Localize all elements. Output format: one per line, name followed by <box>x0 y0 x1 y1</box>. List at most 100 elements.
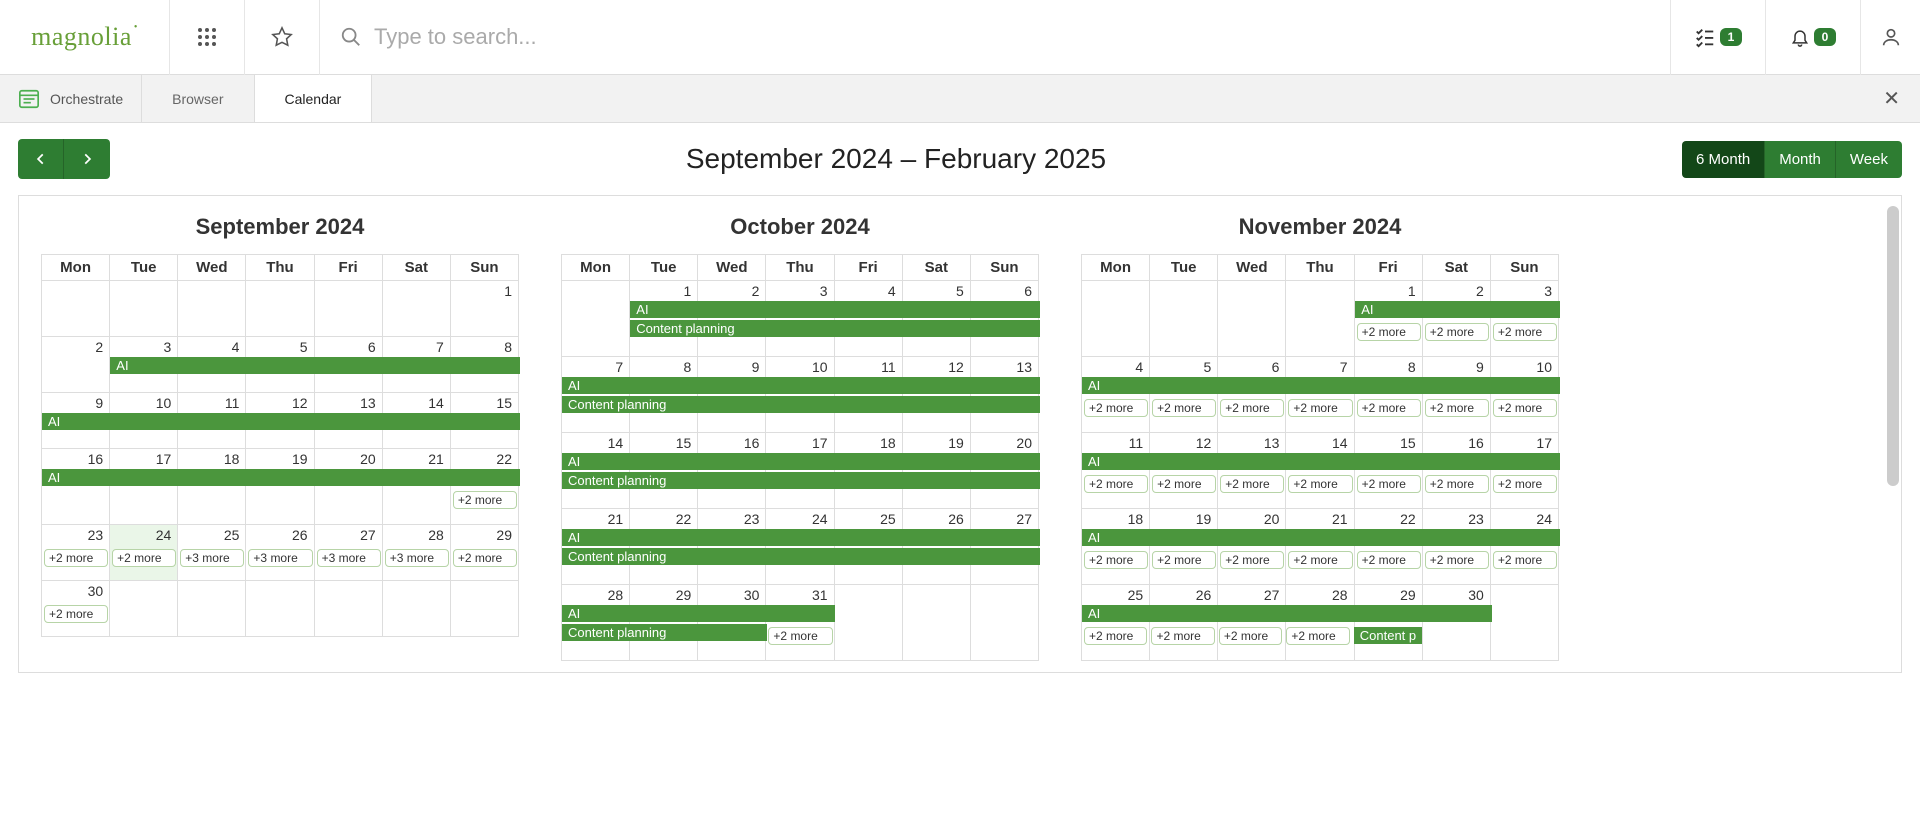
day-cell[interactable]: 1 <box>451 281 519 336</box>
show-more-events[interactable]: +2 more <box>1288 475 1352 493</box>
view-button-week[interactable]: Week <box>1836 141 1902 178</box>
show-more-events[interactable]: +2 more <box>1425 551 1489 569</box>
view-button-6-month[interactable]: 6 Month <box>1682 141 1765 178</box>
day-cell[interactable] <box>315 281 383 336</box>
close-icon: ✕ <box>1883 88 1900 110</box>
show-more-events[interactable]: +2 more <box>1152 475 1216 493</box>
show-more-events[interactable]: +2 more <box>1493 399 1557 417</box>
day-number: 2 <box>95 339 103 355</box>
tab-calendar[interactable]: Calendar <box>255 75 373 122</box>
view-button-month[interactable]: Month <box>1765 141 1836 178</box>
search-input[interactable] <box>374 24 1650 50</box>
calendar-event[interactable]: AI <box>110 357 520 374</box>
show-more-events[interactable]: +2 more <box>1425 475 1489 493</box>
calendar-event[interactable]: Content p <box>1354 627 1422 644</box>
calendar-event[interactable]: Content planning <box>562 548 1040 565</box>
day-number: 18 <box>880 435 896 451</box>
day-number: 20 <box>1264 511 1280 527</box>
calendar-event[interactable]: AI <box>42 413 520 430</box>
show-more-events[interactable]: +2 more <box>1084 551 1148 569</box>
favorites-button[interactable] <box>245 0 320 75</box>
app-launcher-button[interactable] <box>170 0 245 75</box>
app-tab-orchestrate[interactable]: Orchestrate <box>0 75 142 122</box>
prev-button[interactable] <box>18 139 64 179</box>
profile-button[interactable] <box>1860 0 1920 75</box>
user-icon <box>1880 26 1902 48</box>
show-more-events[interactable]: +2 more <box>1493 323 1557 341</box>
show-more-events[interactable]: +2 more <box>1288 399 1352 417</box>
tasks-button[interactable]: 1 <box>1670 0 1765 75</box>
calendar-event[interactable]: AI <box>1355 301 1560 318</box>
show-more-events[interactable]: +2 more <box>1084 627 1147 645</box>
show-more-events[interactable]: +2 more <box>1357 399 1421 417</box>
show-more-events[interactable]: +2 more <box>1286 627 1349 645</box>
show-more-events[interactable]: +2 more <box>1151 627 1214 645</box>
show-more-events[interactable]: +2 more <box>1152 551 1216 569</box>
day-number: 2 <box>752 283 760 299</box>
day-number: 23 <box>1468 511 1484 527</box>
show-more-events[interactable]: +2 more <box>1084 399 1148 417</box>
show-more-events[interactable]: +2 more <box>112 549 176 567</box>
calendar-event[interactable]: Content planning <box>562 396 1040 413</box>
show-more-events[interactable]: +2 more <box>1288 551 1352 569</box>
calendar-event[interactable]: AI <box>630 301 1040 318</box>
calendar-event[interactable]: AI <box>1082 605 1492 622</box>
show-more-events[interactable]: +2 more <box>1220 551 1284 569</box>
day-number: 7 <box>615 359 623 375</box>
vertical-scrollbar[interactable] <box>1887 206 1899 486</box>
show-more-events[interactable]: +3 more <box>317 549 381 567</box>
show-more-events[interactable]: +2 more <box>1357 323 1421 341</box>
calendar-event[interactable]: AI <box>1082 377 1560 394</box>
show-more-events[interactable]: +2 more <box>453 549 517 567</box>
show-more-events[interactable]: +2 more <box>1357 475 1421 493</box>
weekday-header: Sat <box>1423 255 1491 281</box>
day-number: 23 <box>744 511 760 527</box>
show-more-events[interactable]: +2 more <box>1219 627 1282 645</box>
day-cell[interactable] <box>383 281 451 336</box>
show-more-events[interactable]: +2 more <box>44 605 108 623</box>
show-more-events[interactable]: +3 more <box>248 549 312 567</box>
calendar-event[interactable]: AI <box>42 469 520 486</box>
day-number: 11 <box>1129 435 1144 451</box>
show-more-events[interactable]: +2 more <box>1220 475 1284 493</box>
day-cell[interactable] <box>178 281 246 336</box>
notifications-button[interactable]: 0 <box>1765 0 1860 75</box>
search-icon <box>340 26 362 48</box>
next-button[interactable] <box>64 139 110 179</box>
show-more-events[interactable]: +2 more <box>44 549 108 567</box>
weekday-header: Thu <box>1286 255 1354 281</box>
show-more-events[interactable]: +2 more <box>1493 551 1557 569</box>
day-cell[interactable] <box>246 281 314 336</box>
week-row: 252627282930AI+2 more+2 more+2 more+2 mo… <box>1082 585 1559 661</box>
calendar-event[interactable]: Content planning <box>630 320 1040 337</box>
day-number: 8 <box>683 359 691 375</box>
day-cell[interactable] <box>42 281 110 336</box>
weekday-header: Mon <box>42 255 110 281</box>
calendar-event[interactable]: AI <box>562 605 835 622</box>
calendar-event[interactable]: AI <box>562 377 1040 394</box>
show-more-events[interactable]: +2 more <box>1425 399 1489 417</box>
grid-icon <box>197 27 217 47</box>
calendar-event[interactable]: AI <box>562 453 1040 470</box>
show-more-events[interactable]: +2 more <box>1357 551 1421 569</box>
tab-browser[interactable]: Browser <box>142 75 254 122</box>
calendar-scroll-pane[interactable]: September 2024MonTueWedThuFriSatSun12345… <box>18 195 1902 673</box>
show-more-events[interactable]: +2 more <box>453 491 517 509</box>
show-more-events[interactable]: +2 more <box>1152 399 1216 417</box>
calendar-event[interactable]: AI <box>1082 453 1560 470</box>
calendar-event[interactable]: AI <box>562 529 1040 546</box>
show-more-events[interactable]: +2 more <box>1220 399 1284 417</box>
calendar-event[interactable]: Content planning <box>562 472 1040 489</box>
day-number: 5 <box>300 339 308 355</box>
brand-cell[interactable]: magnolia <box>0 0 170 75</box>
calendar-months-row: September 2024MonTueWedThuFriSatSun12345… <box>19 214 1901 661</box>
show-more-events[interactable]: +3 more <box>180 549 244 567</box>
show-more-events[interactable]: +2 more <box>768 627 832 645</box>
close-subapp-button[interactable]: ✕ <box>1863 86 1920 111</box>
show-more-events[interactable]: +2 more <box>1084 475 1148 493</box>
show-more-events[interactable]: +3 more <box>385 549 449 567</box>
show-more-events[interactable]: +2 more <box>1425 323 1489 341</box>
day-cell[interactable] <box>110 281 178 336</box>
calendar-event[interactable]: AI <box>1082 529 1560 546</box>
show-more-events[interactable]: +2 more <box>1493 475 1557 493</box>
